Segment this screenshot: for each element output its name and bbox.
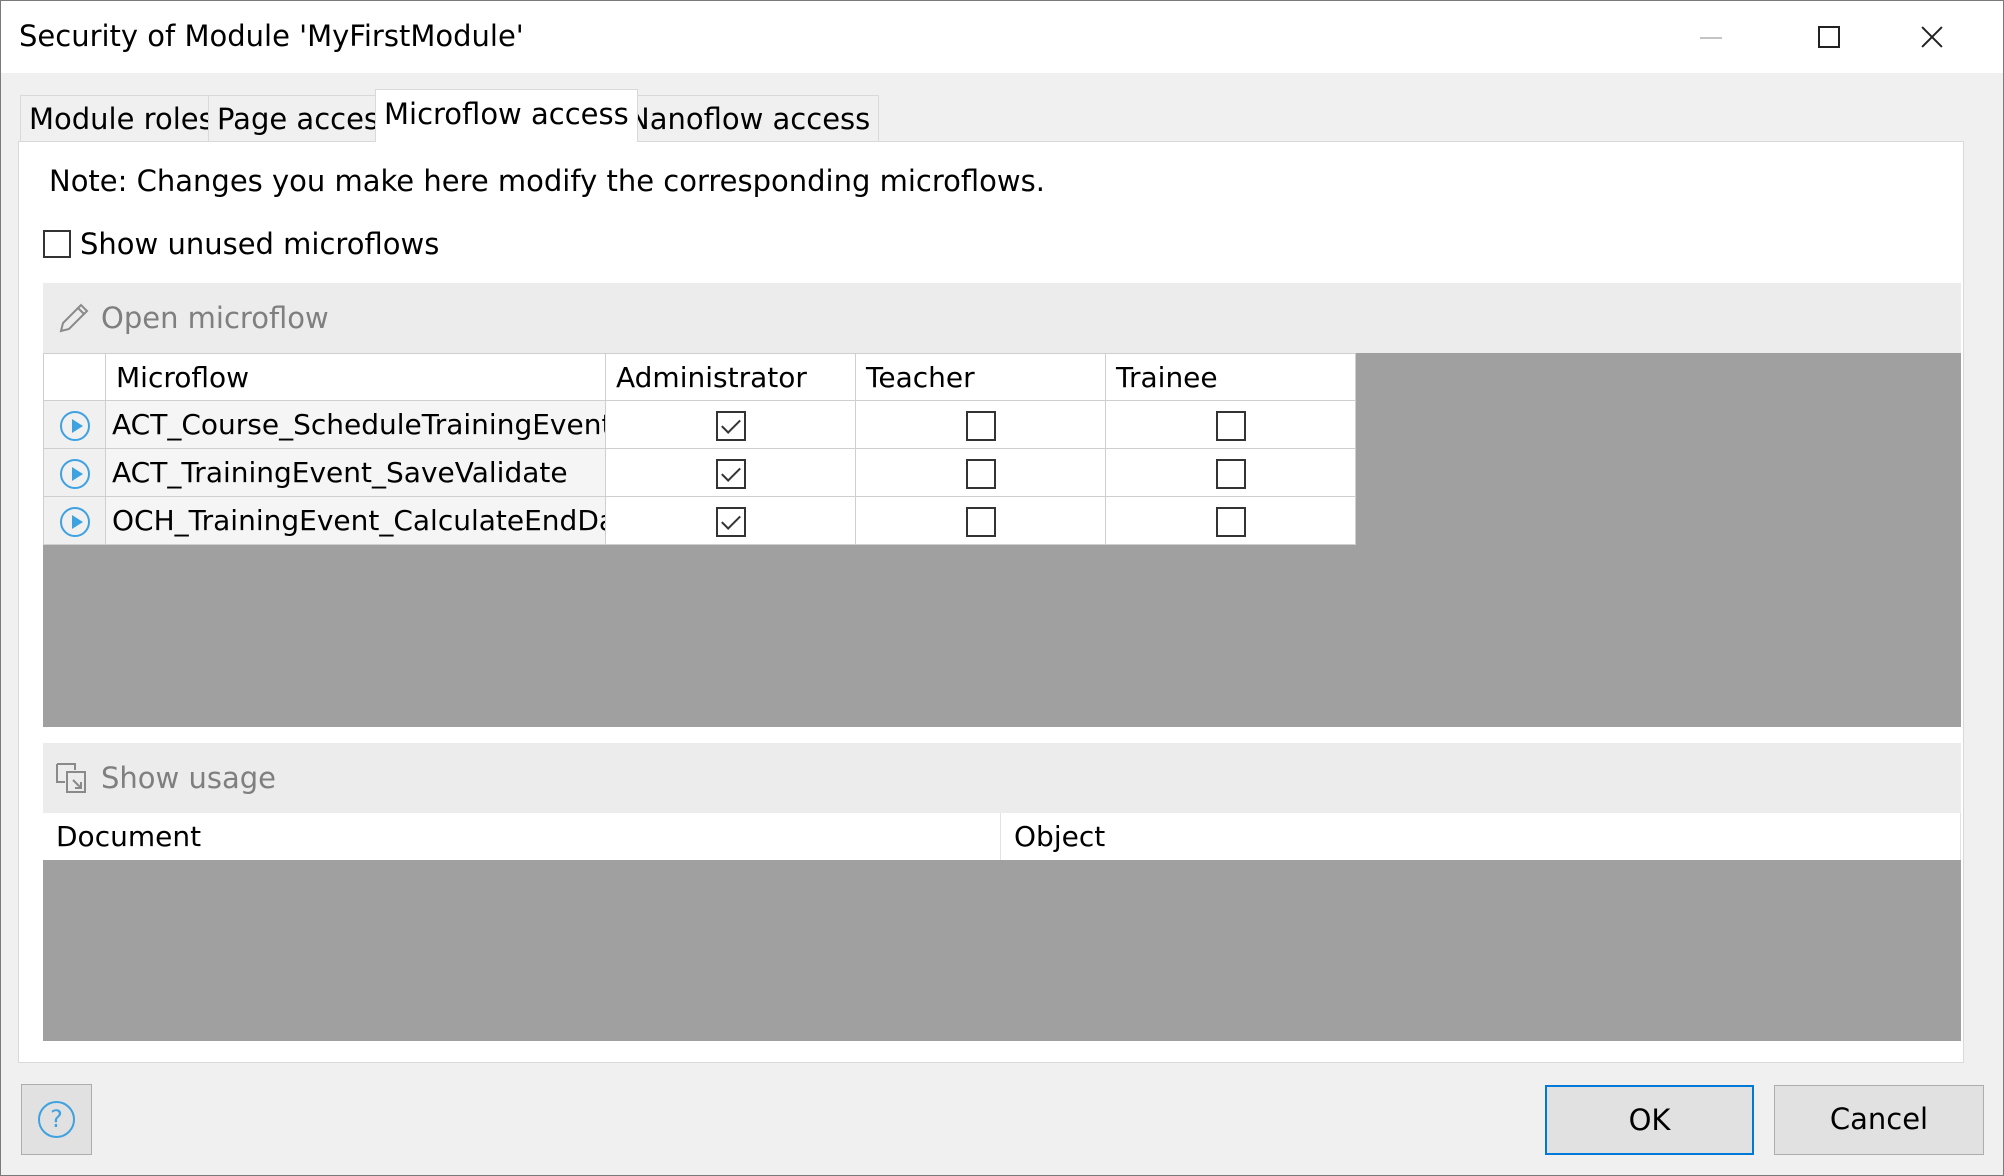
tab-nanoflow-access[interactable]: Nanoflow access xyxy=(619,95,880,141)
dialog-window: Security of Module 'MyFirstModule' Modul… xyxy=(0,0,2004,1176)
column-header-object[interactable]: Object xyxy=(1001,813,1961,860)
tab-page-access[interactable]: Page access xyxy=(208,95,404,141)
access-checkbox-trainee[interactable] xyxy=(1215,507,1246,537)
minimize-button[interactable] xyxy=(1652,1,1767,73)
microflow-grid: Microflow Administrator Teacher Trainee … xyxy=(43,353,1961,727)
microflow-icon xyxy=(59,459,90,489)
title-bar: Security of Module 'MyFirstModule' xyxy=(1,1,2003,73)
row-indicator-header xyxy=(43,353,106,401)
tab-panel: Note: Changes you make here modify the c… xyxy=(18,141,1964,1063)
column-header-teacher[interactable]: Teacher xyxy=(855,353,1106,401)
table-row[interactable]: ACT_Course_ScheduleTrainingEvent xyxy=(43,400,1356,449)
usage-grid: Document Object xyxy=(43,813,1961,1041)
access-checkbox-teacher[interactable] xyxy=(965,459,996,489)
access-checkbox-administrator[interactable] xyxy=(715,507,746,537)
usage-toolbar: Show usage xyxy=(43,743,1961,813)
microflow-name: ACT_TrainingEvent_SaveValidate xyxy=(105,448,606,497)
open-microflow-button[interactable]: Open microflow xyxy=(53,295,329,341)
maximize-icon xyxy=(1818,26,1840,48)
access-checkbox-administrator[interactable] xyxy=(715,411,746,441)
access-checkbox-administrator[interactable] xyxy=(715,459,746,489)
usage-icon xyxy=(56,763,86,793)
ok-button[interactable]: OK xyxy=(1545,1085,1754,1155)
microflow-table: Microflow Administrator Teacher Trainee … xyxy=(43,353,1356,545)
microflow-name: OCH_TrainingEvent_CalculateEndDate xyxy=(105,496,606,545)
open-microflow-label: Open microflow xyxy=(101,301,329,335)
column-header-trainee[interactable]: Trainee xyxy=(1105,353,1356,401)
help-button[interactable]: ? xyxy=(21,1084,92,1155)
column-header-microflow[interactable]: Microflow xyxy=(105,353,606,401)
column-header-document[interactable]: Document xyxy=(43,813,1001,860)
tab-module-roles[interactable]: Module roles xyxy=(20,95,223,141)
usage-header-row: Document Object xyxy=(43,813,1961,860)
show-unused-toggle[interactable]: Show unused microflows xyxy=(43,227,440,261)
microflow-name: ACT_Course_ScheduleTrainingEvent xyxy=(105,400,606,449)
help-icon: ? xyxy=(38,1101,75,1138)
microflow-toolbar: Open microflow xyxy=(43,283,1961,353)
window-title: Security of Module 'MyFirstModule' xyxy=(19,19,524,53)
show-usage-button[interactable]: Show usage xyxy=(53,755,276,801)
column-header-administrator[interactable]: Administrator xyxy=(605,353,856,401)
minimize-icon xyxy=(1700,37,1722,39)
show-unused-label: Show unused microflows xyxy=(80,227,440,261)
maximize-button[interactable] xyxy=(1770,1,1885,73)
tab-microflow-access[interactable]: Microflow access xyxy=(375,89,638,142)
access-checkbox-teacher[interactable] xyxy=(965,507,996,537)
microflow-icon xyxy=(59,411,90,441)
access-checkbox-teacher[interactable] xyxy=(965,411,996,441)
show-usage-label: Show usage xyxy=(101,761,276,795)
close-button[interactable] xyxy=(1887,1,2002,73)
table-header-row: Microflow Administrator Teacher Trainee xyxy=(43,353,1356,401)
microflow-icon xyxy=(59,507,90,537)
table-row[interactable]: OCH_TrainingEvent_CalculateEndDate xyxy=(43,496,1356,545)
access-checkbox-trainee[interactable] xyxy=(1215,411,1246,441)
cancel-button[interactable]: Cancel xyxy=(1774,1085,1984,1155)
note-text: Note: Changes you make here modify the c… xyxy=(49,164,1045,198)
pencil-icon xyxy=(59,303,89,333)
show-unused-checkbox[interactable] xyxy=(43,230,71,258)
access-checkbox-trainee[interactable] xyxy=(1215,459,1246,489)
table-row[interactable]: ACT_TrainingEvent_SaveValidate xyxy=(43,448,1356,497)
